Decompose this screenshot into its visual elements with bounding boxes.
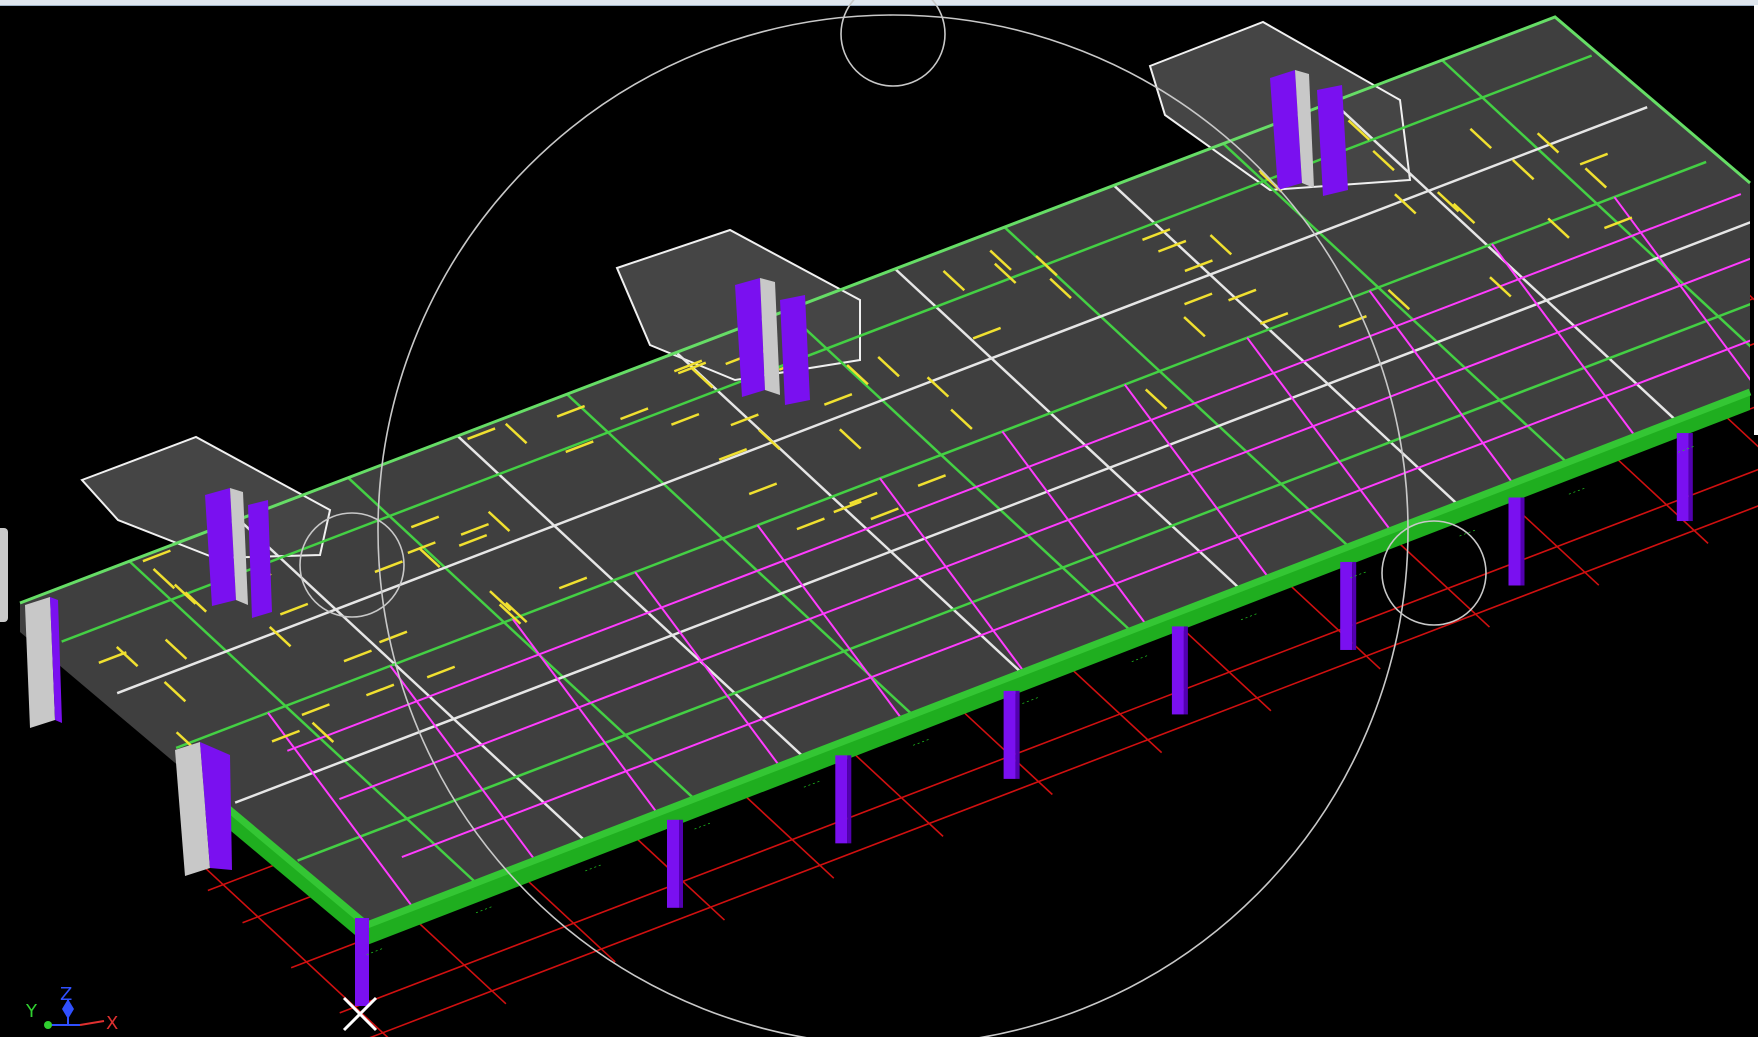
column-side (847, 755, 852, 844)
orbit-right-handle[interactable] (1381, 520, 1487, 626)
side-panel-toggle[interactable] (0, 528, 8, 622)
right-panel-edge (1754, 5, 1758, 435)
dimension-label: ---- (1019, 693, 1040, 708)
column (1003, 690, 1016, 779)
model-viewport[interactable]: ----------------------------------------… (0, 0, 1758, 1037)
column-side (679, 819, 683, 908)
cad-application: ---- ---- ---- ---- ---- ---- ---- ---- ---- ----… (0, 0, 1758, 1037)
ucs-x-label: X (106, 1013, 118, 1034)
floor-slab (20, 17, 1750, 945)
column (667, 819, 679, 908)
column-side (1015, 690, 1020, 779)
column (1508, 497, 1521, 586)
ucs-z-label: Z (60, 985, 72, 1005)
orbit-top-handle[interactable] (840, 0, 946, 87)
slab-top (20, 17, 1750, 925)
ucs-y-label: Y (25, 1001, 38, 1022)
dimension-label: ---- (910, 734, 931, 749)
dimension-label: ---- (1238, 609, 1259, 624)
ucs-axis-icon: Y Z X (25, 985, 118, 1034)
column (1171, 626, 1184, 715)
dimension-label: ---- (692, 818, 713, 833)
column (835, 755, 848, 844)
dimension-label: ---- (801, 776, 822, 791)
dimension-label: ---- (582, 860, 603, 875)
dimension-label: ---- (1566, 483, 1587, 498)
column (355, 918, 369, 1006)
dimension-label: ---- (1129, 651, 1150, 666)
column-side (1183, 626, 1188, 715)
column-side (1520, 497, 1525, 586)
dimension-label: ---- (473, 902, 494, 917)
